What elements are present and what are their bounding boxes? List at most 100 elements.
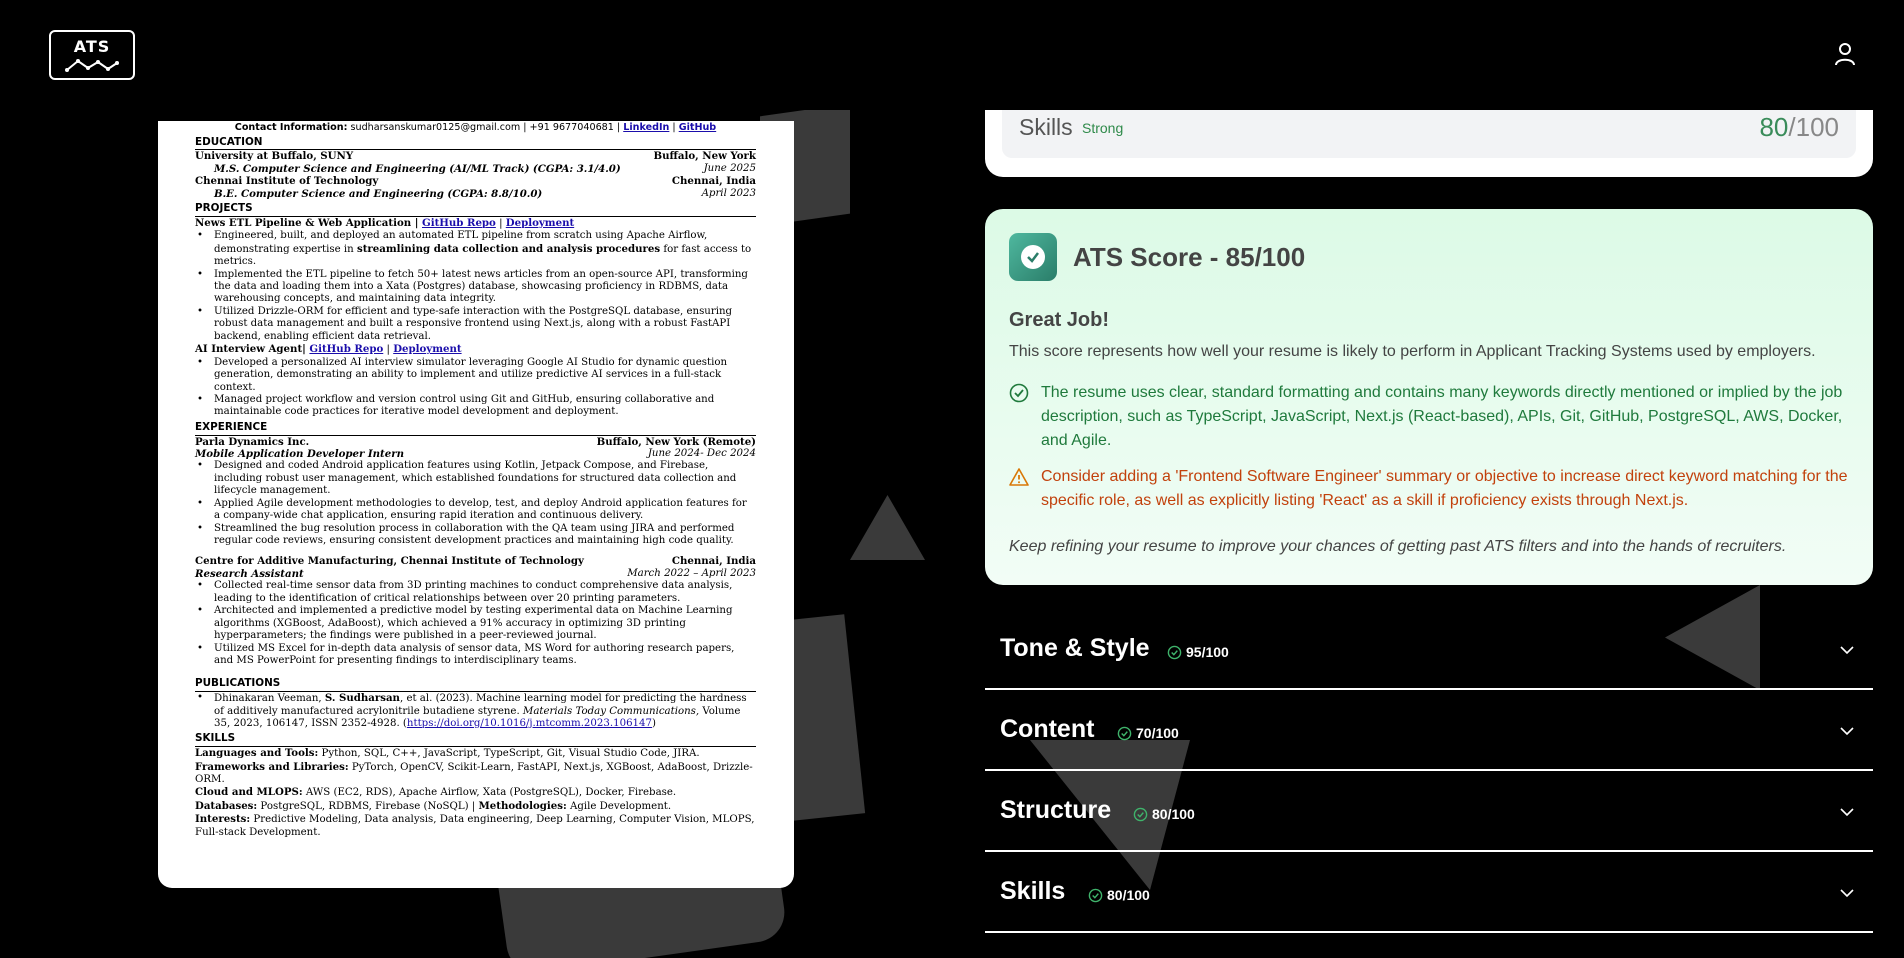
list-item: Dhinakaran Veeman, S. Sudharsan, et al. … xyxy=(197,692,756,730)
resume-preview: Contact Information: sudharsanskumar0125… xyxy=(158,121,794,888)
ats-subtitle: Great Job! xyxy=(1009,309,1110,331)
skills-frameworks: Frameworks and Libraries: PyTorch, OpenC… xyxy=(195,761,756,787)
exp1-date: June 2024- Dec 2024 xyxy=(647,447,756,459)
tip-warning-text: Consider adding a 'Frontend Software Eng… xyxy=(1041,468,1848,509)
skill-value: Python, SQL, C++, JavaScript, TypeScript… xyxy=(318,748,700,760)
skills-languages: Languages and Tools: Python, SQL, C++, J… xyxy=(195,747,756,760)
exp1-company: Parla Dynamics Inc. xyxy=(195,435,310,448)
skills-summary-score: 80/100 xyxy=(1759,112,1839,143)
skills-interests: Interests: Predictive Modeling, Data ana… xyxy=(195,813,756,839)
tip-good: The resume uses clear, standard formatti… xyxy=(1009,381,1849,453)
experience-heading: EXPERIENCE xyxy=(195,421,756,436)
skills-cloud: Cloud and MLOPS: AWS (EC2, RDS), Apache … xyxy=(195,786,756,799)
exp1-bullets: Designed and coded Android application f… xyxy=(195,460,756,547)
list-item: Utilized Drizzle-ORM for efficient and t… xyxy=(197,306,756,343)
accordion-title: Structure xyxy=(1000,796,1112,824)
exp2-role: Research Assistant xyxy=(195,567,304,580)
score-badge: 80/100 xyxy=(1133,806,1195,822)
skill-value: Agile Development. xyxy=(566,800,672,812)
logo-text: ATS xyxy=(73,37,111,56)
check-circle-icon xyxy=(1088,888,1103,903)
ats-title: ATS Score - 85/100 xyxy=(1073,242,1306,272)
publications-heading: PUBLICATIONS xyxy=(195,677,756,693)
chevron-down-icon[interactable] xyxy=(1839,723,1855,739)
score-text: 80/100 xyxy=(1107,887,1150,903)
chevron-down-icon[interactable] xyxy=(1839,885,1855,901)
skill-value: AWS (EC2, RDS), Apache Airflow, Xata (Po… xyxy=(302,787,677,799)
bullet-bold: streamlining data collection and analysi… xyxy=(356,242,661,255)
logo[interactable]: ATS xyxy=(49,30,135,80)
chart-line-icon xyxy=(65,59,119,72)
list-item: Streamlined the bug resolution process i… xyxy=(197,523,756,548)
list-item: Applied Agile development methodologies … xyxy=(197,498,756,523)
skill-label: Frameworks and Libraries: xyxy=(195,760,349,773)
accordion-content[interactable]: Content 70/100 xyxy=(985,690,1873,771)
edu2-date: April 2023 xyxy=(701,187,756,199)
project-2-name: AI Interview Agent| xyxy=(195,343,310,356)
skill-label: Cloud and MLOPS: xyxy=(195,786,303,799)
skill-label: Methodologies: xyxy=(478,799,567,812)
project-1-repo-link[interactable]: GitHub Repo xyxy=(422,217,496,229)
pub-text: ) xyxy=(652,717,656,729)
score-badge: 70/100 xyxy=(1117,725,1179,741)
resume-contact: Contact Information: sudharsanskumar0125… xyxy=(195,122,756,134)
exp2-bullets: Collected real-time sensor data from 3D … xyxy=(195,580,756,667)
list-item: Engineered, built, and deployed an autom… xyxy=(197,230,756,268)
top-nav: ATS xyxy=(0,0,1904,110)
ats-description: This score represents how well your resu… xyxy=(1009,343,1816,360)
tip-good-text: The resume uses clear, standard formatti… xyxy=(1041,384,1843,449)
skills-summary-badge: Strong xyxy=(1082,120,1124,136)
project-1-deploy-link[interactable]: Deployment xyxy=(506,217,574,229)
accordion-title: Skills xyxy=(1000,877,1066,905)
pub-journal: Materials Today Communications, xyxy=(522,705,700,717)
check-circle-icon xyxy=(1133,807,1148,822)
project-1-title: News ETL Pipeline & Web Application | Gi… xyxy=(195,216,575,229)
project-1-bullets: Engineered, built, and deployed an autom… xyxy=(195,230,756,343)
github-link[interactable]: GitHub xyxy=(679,122,716,133)
link-separator: | xyxy=(669,122,679,133)
skills-summary-title: Skills xyxy=(1019,114,1073,140)
skill-value: Predictive Modeling, Data analysis, Data… xyxy=(195,814,755,838)
exp1-role: Mobile Application Developer Intern xyxy=(195,447,405,460)
linkedin-link[interactable]: LinkedIn xyxy=(623,122,669,133)
list-item: Implemented the ETL pipeline to fetch 50… xyxy=(197,269,756,306)
user-icon[interactable] xyxy=(1834,42,1856,66)
accordion-tone-style[interactable]: Tone & Style 95/100 xyxy=(985,609,1873,690)
chevron-down-icon[interactable] xyxy=(1839,642,1855,658)
project-2-repo-link[interactable]: GitHub Repo xyxy=(309,343,383,355)
chevron-down-icon[interactable] xyxy=(1839,804,1855,820)
skills-heading: SKILLS xyxy=(195,732,756,748)
ats-score-card: ATS Score - 85/100 Great Job! This score… xyxy=(985,209,1873,585)
warning-icon xyxy=(1009,468,1029,486)
skills-databases: Databases: PostgreSQL, RDBMS, Firebase (… xyxy=(195,800,756,813)
project-2-deploy-link[interactable]: Deployment xyxy=(393,343,461,355)
score-value: 80 xyxy=(1759,112,1789,142)
accordion-structure[interactable]: Structure 80/100 xyxy=(985,771,1873,852)
edu2-location: Chennai, India xyxy=(671,175,756,188)
edu1-degree: M.S. Computer Science and Engineering (A… xyxy=(214,162,621,175)
score-text: 80/100 xyxy=(1152,806,1195,822)
projects-heading: PROJECTS xyxy=(195,202,756,217)
exp2-company: Centre for Additive Manufacturing, Chenn… xyxy=(195,555,584,568)
project-2-title: AI Interview Agent| GitHub Repo | Deploy… xyxy=(195,343,462,356)
list-item: Utilized MS Excel for in-depth data anal… xyxy=(197,643,756,668)
score-badge: 95/100 xyxy=(1167,644,1229,660)
education-heading: EDUCATION xyxy=(195,136,756,151)
check-circle-icon xyxy=(1009,383,1029,403)
edu1-location: Buffalo, New York xyxy=(653,150,756,163)
project-1-name: News ETL Pipeline & Web Application | xyxy=(195,216,422,229)
exp1-location: Buffalo, New York (Remote) xyxy=(596,435,756,448)
skill-label: Interests: xyxy=(195,813,251,826)
score-total: /100 xyxy=(1788,112,1839,142)
edu2-degree: B.E. Computer Science and Engineering (C… xyxy=(214,187,543,200)
score-text: 70/100 xyxy=(1136,725,1179,741)
score-badge: 80/100 xyxy=(1088,887,1150,903)
edu2-school: Chennai Institute of Technology xyxy=(195,175,379,188)
pub-doi-link[interactable]: https://doi.org/10.1016/j.mtcomm.2023.10… xyxy=(407,718,652,729)
edu1-date: June 2025 xyxy=(703,162,756,174)
project-2-bullets: Developed a personalized AI interview si… xyxy=(195,357,756,419)
ats-badge-icon xyxy=(1009,233,1057,281)
list-item: Designed and coded Android application f… xyxy=(197,460,756,497)
contact-value: sudharsanskumar0125@gmail.com | +91 9677… xyxy=(347,122,624,133)
accordion-skills[interactable]: Skills 80/100 xyxy=(985,852,1873,933)
